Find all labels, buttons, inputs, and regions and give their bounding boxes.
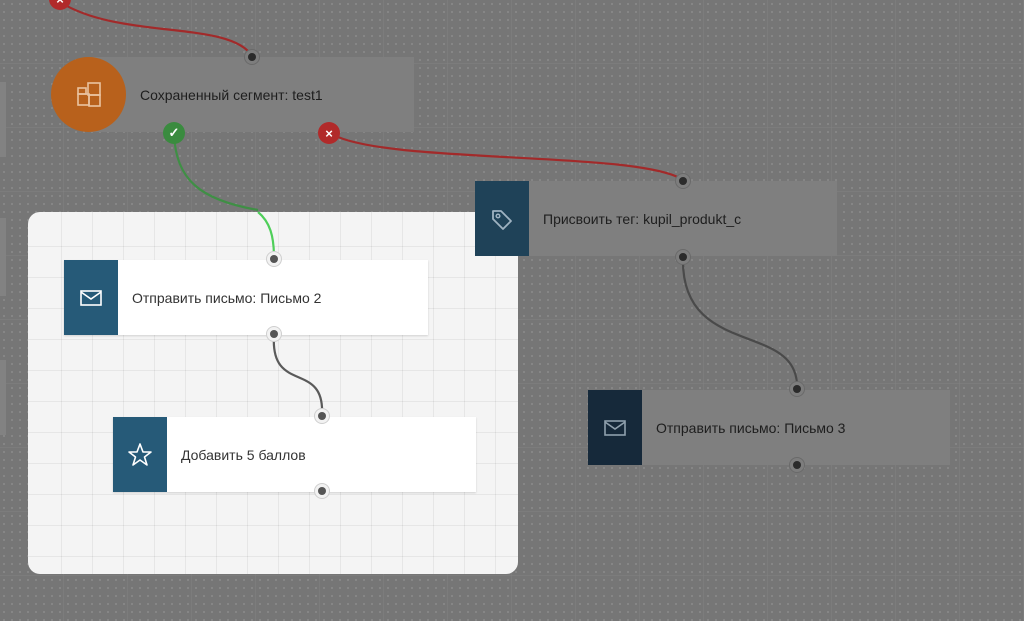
email3-node-icon-box <box>588 390 642 465</box>
tag-node-label: Присвоить тег: kupil_produkt_c <box>543 210 742 227</box>
tag-output-port[interactable] <box>675 249 691 265</box>
link-email2-to-points <box>272 334 324 416</box>
email3-node-label: Отправить письмо: Письмо 3 <box>656 419 846 436</box>
email3-node[interactable]: Отправить письмо: Письмо 3 <box>588 390 950 465</box>
tag-input-port[interactable] <box>675 173 691 189</box>
link-segment-no-to-tag <box>329 132 684 181</box>
email2-node-icon-box <box>64 260 118 335</box>
points-node-label: Добавить 5 баллов <box>181 446 306 463</box>
segment-node-label: Сохраненный сегмент: test1 <box>140 86 323 103</box>
segment-node[interactable]: Сохраненный сегмент: test1 <box>88 57 414 132</box>
email2-output-port[interactable] <box>266 326 282 342</box>
points-node-icon-box <box>113 417 167 492</box>
points-node[interactable]: Добавить 5 баллов <box>113 417 476 492</box>
tag-node-icon-box <box>475 181 529 256</box>
points-output-port[interactable] <box>314 483 330 499</box>
email3-input-port[interactable] <box>789 381 805 397</box>
segment-icon <box>76 81 101 107</box>
tag-icon <box>492 209 512 230</box>
points-input-port[interactable] <box>314 408 330 424</box>
email2-input-port[interactable] <box>266 251 282 267</box>
envelope-icon <box>80 289 102 306</box>
envelope-icon <box>604 419 626 436</box>
star-icon <box>128 442 152 466</box>
segment-node-icon-circle[interactable] <box>51 57 126 132</box>
segment-input-port[interactable] <box>244 49 260 65</box>
x-icon[interactable]: × <box>318 122 340 144</box>
link-segment-yes-to-email2-dim <box>172 133 259 212</box>
link-tag-to-email3 <box>681 256 799 390</box>
check-icon[interactable]: ✓ <box>163 122 185 144</box>
workflow-canvas[interactable]: × Сохраненный сегмент: test1 ✓ × Присвои… <box>0 0 1024 621</box>
email2-node-label: Отправить письмо: Письмо 2 <box>132 289 322 306</box>
tag-node[interactable]: Присвоить тег: kupil_produkt_c <box>475 181 837 256</box>
email2-node[interactable]: Отправить письмо: Письмо 2 <box>64 260 428 335</box>
email3-output-port[interactable] <box>789 457 805 473</box>
link-top-in <box>59 1 253 57</box>
